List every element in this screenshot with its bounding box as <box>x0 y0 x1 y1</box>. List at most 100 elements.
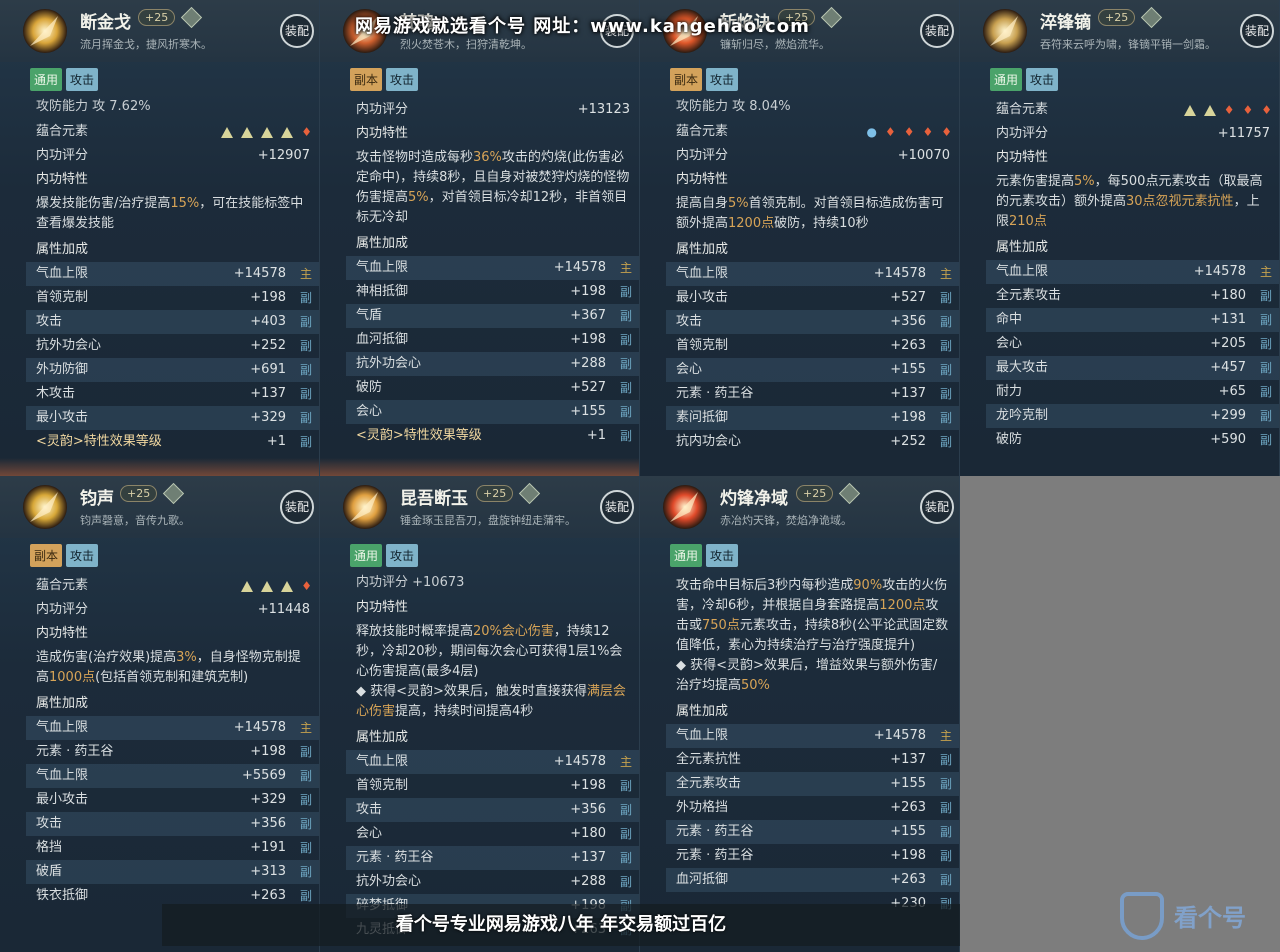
card-body[interactable]: 内功评分 +10673 内功特性 释放技能时概率提高20%会心伤害，持续12秒，冷却… <box>346 574 639 952</box>
highlight-glow <box>320 458 639 476</box>
skill-card[interactable]: 梵魂 烈火焚苍木，扫狩清乾坤。 装配 副本 攻击 内功评分 +13123 内功特性 攻击怪物时造… <box>320 0 640 476</box>
gem-icon <box>820 6 843 29</box>
attribute-label: 属性加成 <box>356 236 409 251</box>
sub-stat-icon: 副 <box>1259 433 1272 447</box>
main-stat-icon: 主 <box>619 755 632 769</box>
score-label: 内功评分 <box>996 126 1049 141</box>
attribute-row: 气血上限 +14578 主 <box>666 262 959 286</box>
trait-heading: 内功特性 <box>346 122 639 146</box>
skill-icon <box>20 482 70 532</box>
card-body[interactable]: 攻击命中目标后3秒内每秒造成90%攻击的火伤害，冷却6秒，并根据自身套路提高12… <box>666 574 959 952</box>
sub-stat-icon: 副 <box>619 405 632 419</box>
sub-stat-icon: 副 <box>619 333 632 347</box>
skill-card[interactable]: 灼锋净域 +25 赤冶灼天锋，焚焰净诡域。 装配 通用 攻击 攻击命中目标后3秒内每秒造成9… <box>640 476 960 952</box>
equip-button[interactable]: 装配 <box>920 490 954 524</box>
tag-list: 通用 攻击 <box>350 544 419 567</box>
desc-text: 爆发技能伤害/治疗提高 <box>36 196 171 211</box>
attribute-name: 首领克制 <box>676 338 729 353</box>
desc-text: (包括首领克制和建筑克制) <box>95 670 249 685</box>
attribute-value: +527 <box>890 290 926 305</box>
equip-button[interactable]: 装配 <box>280 14 314 48</box>
attribute-name: <灵韵>特性效果等级 <box>36 434 162 449</box>
card-header: 断金戈 +25 流月挥金戈，捷风折寒木。 装配 <box>0 0 319 62</box>
skill-card[interactable]: 昆吾断玉 +25 锤金琢玉昆吾刀，盘旋钟纽走蒲牢。 装配 通用 攻击 内功评分 +10673… <box>320 476 640 952</box>
card-body[interactable]: 攻防能力 攻 7.62% 蕴合元素 ♦ 内功评分 +12907 内功特性 爆发技能伤害/治疗… <box>26 98 319 476</box>
level-badge: +25 <box>796 485 834 502</box>
attribute-label: 属性加成 <box>676 704 729 719</box>
highlight-text: 5% <box>408 190 429 205</box>
skill-card[interactable]: 淬锋镝 +25 吞符来云呼为啸，锋镝平销一剑霜。 装配通用 攻击蕴合元素 ♦ ♦ ♦ 内功评分 +… <box>960 0 1280 476</box>
attribute-name: 气血上限 <box>996 264 1049 279</box>
attribute-row: 气血上限 +5569 副 <box>26 764 319 788</box>
main-stat-icon: 主 <box>939 729 952 743</box>
earth-element-icon <box>241 127 254 138</box>
element-icons: ♦ <box>241 574 312 598</box>
tag-list: 通用 攻击 <box>30 68 99 91</box>
attribute-value: +137 <box>890 386 926 401</box>
gem-icon <box>180 6 203 29</box>
attribute-name: 最小攻击 <box>36 410 89 425</box>
equip-button[interactable]: 装配 <box>920 14 954 48</box>
skill-card[interactable]: 斩焰诀 +25 镰斩归尽，燃焰流华。 装配 副本 攻击 攻防能力 攻 8.04% 蕴合元素 ● ♦… <box>640 0 960 476</box>
tag-list: 通用 攻击 <box>990 68 1059 91</box>
empty-panel <box>960 476 1280 952</box>
skill-card[interactable]: 钧声 +25 钧声磬意，音传九歌。 装配 副本 攻击 蕴合元素 ♦ 内功评分 +11448 内功特性… <box>0 476 320 952</box>
tag: 通用 <box>30 68 63 91</box>
skill-card[interactable]: 断金戈 +25 流月挥金戈，捷风折寒木。 装配 通用 攻击 攻防能力 攻 7.62% 蕴合元素… <box>0 0 320 476</box>
attribute-name: 攻击 <box>676 314 703 329</box>
sub-stat-icon: 副 <box>299 817 312 831</box>
attribute-value: +263 <box>890 872 926 887</box>
attribute-name: <灵韵>特性效果等级 <box>356 428 482 443</box>
element-label: 蕴合元素 <box>996 102 1049 117</box>
attribute-value: +14578 <box>873 266 926 281</box>
attribute-label: 属性加成 <box>676 242 729 257</box>
tag-list: 副本 攻击 <box>350 68 419 91</box>
attribute-row: 神相抵御 +198 副 <box>346 280 639 304</box>
trait-label: 内功特性 <box>356 600 409 615</box>
tag: 副本 <box>670 68 703 91</box>
attribute-value: +299 <box>1210 408 1246 423</box>
equip-button[interactable]: 装配 <box>1240 14 1274 48</box>
attribute-label: 属性加成 <box>356 730 409 745</box>
attribute-row: 气血上限 +14578 主 <box>986 260 1279 284</box>
gem-icon <box>838 482 861 505</box>
skill-tagline: 流月挥金戈，捷风折寒木。 <box>80 38 212 51</box>
highlight-text: 5% <box>1074 174 1095 189</box>
highlight-text: 5% <box>728 196 749 211</box>
desc-text: ◆ 获得<灵韵>效果后，触发时直接获得 <box>356 684 587 699</box>
attribute-name: 气血上限 <box>676 728 729 743</box>
sub-stat-icon: 副 <box>1259 385 1272 399</box>
equip-button[interactable]: 装配 <box>600 490 634 524</box>
fire-element-icon: ♦ <box>301 125 312 139</box>
equip-button[interactable]: 装配 <box>280 490 314 524</box>
card-header: 淬锋镝 +25 吞符来云呼为啸，锋镝平销一剑霜。 装配 <box>960 0 1279 62</box>
tag: 攻击 <box>706 68 739 91</box>
attribute-value: +14578 <box>553 260 606 275</box>
attribute-value: +14578 <box>873 728 926 743</box>
sub-stat-icon: 副 <box>619 803 632 817</box>
sub-stat-icon: 副 <box>619 827 632 841</box>
card-body[interactable]: 蕴合元素 ♦ 内功评分 +11448 内功特性 造成伤害(治疗效果)提高3%，自身怪物克制… <box>26 574 319 952</box>
highlight-text: 3% <box>176 650 197 665</box>
trait-label: 内功特性 <box>36 626 89 641</box>
card-header: 钧声 +25 钧声磬意，音传九歌。 装配 <box>0 476 319 538</box>
attribute-row: 最小攻击 +329 副 <box>26 788 319 812</box>
attribute-row: 血河抵御 +198 副 <box>346 328 639 352</box>
highlight-text: 1200点 <box>728 216 775 231</box>
attribute-value: +198 <box>890 848 926 863</box>
tag: 攻击 <box>386 68 419 91</box>
score-row: 内功评分 +11757 <box>986 122 1279 146</box>
sub-stat-icon: 副 <box>619 875 632 889</box>
attribute-row: <灵韵>特性效果等级 +1 副 <box>346 424 639 448</box>
card-body[interactable]: 蕴合元素 ♦ ♦ ♦ 内功评分 +11757 内功特性 元素伤害提高5%，每500点元素攻击（… <box>986 98 1279 476</box>
attribute-row: 外功防御 +691 副 <box>26 358 319 382</box>
score-value: +12907 <box>257 148 310 163</box>
attribute-name: 攻击 <box>36 816 63 831</box>
highlight-text: 20%会心伤害 <box>473 624 554 639</box>
card-body[interactable]: 攻防能力 攻 8.04% 蕴合元素 ● ♦ ♦ ♦ ♦ 内功评分 +10070 内功特性 提高自身5… <box>666 98 959 476</box>
sub-stat-icon: 副 <box>1259 337 1272 351</box>
attribute-heading: 属性加成 <box>26 238 319 262</box>
attribute-name: 抗外功会心 <box>356 874 422 889</box>
card-body[interactable]: 内功评分 +13123 内功特性 攻击怪物时造成每秒36%攻击的灼烧(此伤害必定命中)… <box>346 98 639 476</box>
fire-element-icon: ♦ <box>941 125 952 139</box>
